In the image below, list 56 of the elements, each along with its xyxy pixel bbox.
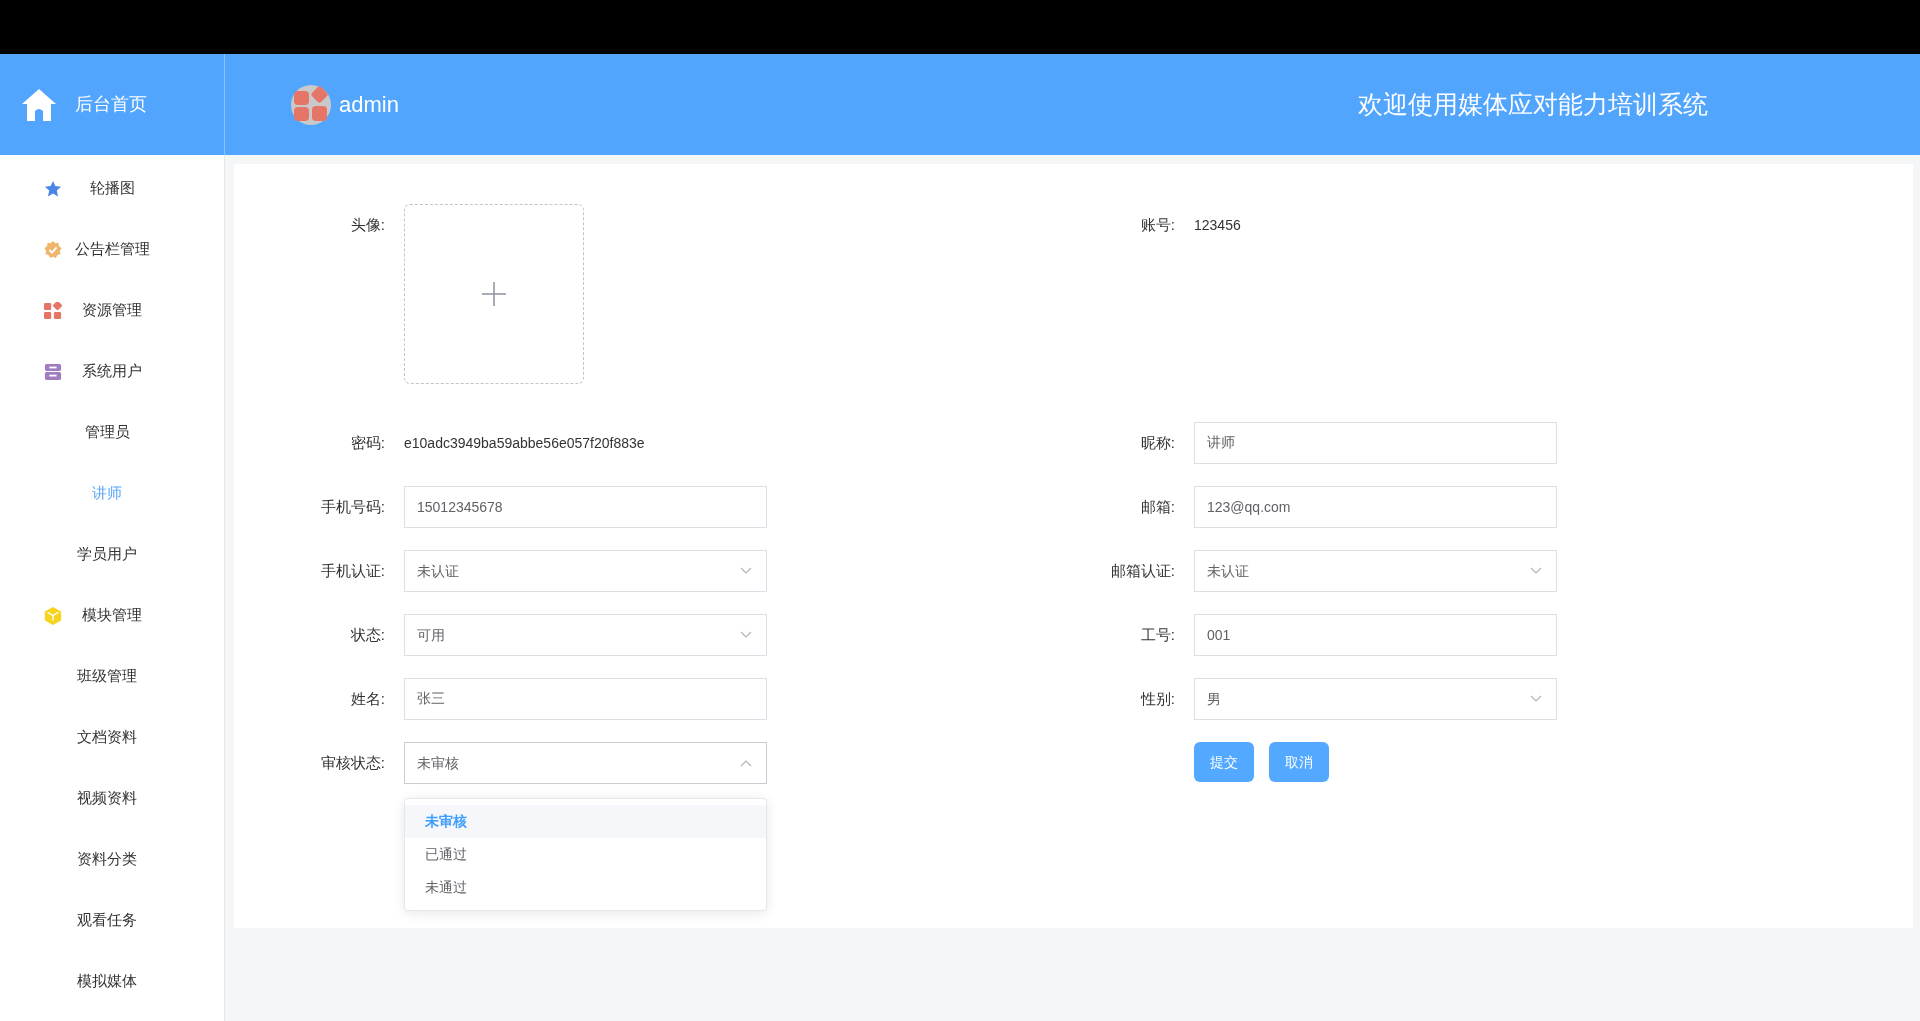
sidebar-item[interactable]: 轮播图: [62, 177, 162, 200]
grid-icon: [44, 301, 62, 320]
field-label: 邮箱:: [1139, 497, 1175, 517]
sidebar-subitem[interactable]: 学员用户: [77, 543, 137, 566]
input-field[interactable]: 123@qq.com: [1194, 486, 1557, 528]
sidebar-subitem[interactable]: 资料分类: [77, 848, 137, 871]
input-field[interactable]: 讲师: [1194, 422, 1557, 464]
field-label: 密码:: [349, 433, 385, 453]
field-label: 审核状态:: [319, 753, 385, 773]
input-field[interactable]: 15012345678: [404, 486, 767, 528]
system-title: 欢迎使用媒体应对能力培训系统: [1358, 88, 1708, 120]
field-label: 状态:: [349, 625, 385, 645]
avatar-upload[interactable]: [404, 204, 584, 384]
field-label: 账号:: [1139, 215, 1175, 235]
select-field[interactable]: 未认证: [1194, 550, 1557, 592]
chevron-down-icon: [740, 567, 752, 575]
sidebar-subitem[interactable]: 文档资料: [77, 726, 137, 749]
star-icon: [44, 179, 62, 198]
chevron-down-icon: [1530, 567, 1542, 575]
plus-icon: [481, 281, 507, 307]
select-field[interactable]: 男: [1194, 678, 1557, 720]
field-value: 123456: [1194, 216, 1241, 235]
badge-check-icon: [44, 240, 62, 259]
sidebar-item[interactable]: 公告栏管理: [62, 238, 162, 261]
sidebar-subitem[interactable]: 模拟媒体: [77, 970, 137, 993]
field-value: e10adc3949ba59abbe56e057f20f883e: [404, 434, 645, 453]
sidebar-item[interactable]: 系统用户: [62, 360, 162, 383]
sidebar-subitem[interactable]: 视频资料: [77, 787, 137, 810]
field-label: 手机认证:: [319, 561, 385, 581]
sidebar-subitem[interactable]: 观看任务: [77, 909, 137, 932]
input-field[interactable]: 张三: [404, 678, 767, 720]
sidebar-subitem[interactable]: 班级管理: [77, 665, 137, 688]
field-label: 性别:: [1139, 689, 1175, 709]
sidebar-subitem[interactable]: 管理员: [84, 421, 130, 444]
chevron-down-icon: [1530, 695, 1542, 703]
select-field[interactable]: 可用: [404, 614, 767, 656]
field-label: 姓名:: [349, 689, 385, 709]
field-label: 邮箱认证:: [1109, 561, 1175, 581]
input-field[interactable]: 001: [1194, 614, 1557, 656]
field-label: 头像:: [349, 215, 385, 235]
dropdown-option[interactable]: 已通过: [405, 838, 766, 871]
field-label: 手机号码:: [319, 497, 385, 517]
dropdown-option[interactable]: 未通过: [405, 871, 766, 904]
select-field[interactable]: 未认证: [404, 550, 767, 592]
archive-icon: [44, 362, 62, 381]
home-icon: [20, 86, 58, 123]
cube-icon: [44, 606, 62, 625]
field-label: 工号:: [1139, 625, 1175, 645]
user-name: admin: [339, 91, 399, 119]
sidebar-item[interactable]: 资源管理: [62, 299, 162, 322]
select-field[interactable]: 未审核: [404, 742, 767, 784]
avatar-icon: [291, 84, 331, 125]
chevron-up-icon: [740, 759, 752, 767]
sidebar-item[interactable]: 模块管理: [62, 604, 162, 627]
chevron-down-icon: [740, 631, 752, 639]
field-label: 昵称:: [1139, 433, 1175, 453]
